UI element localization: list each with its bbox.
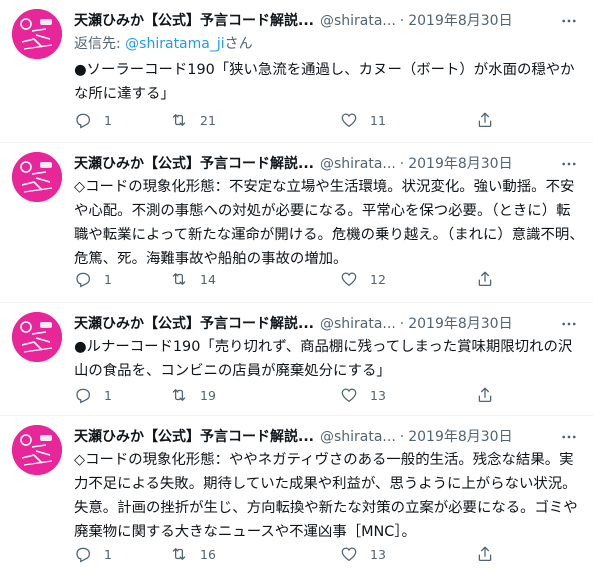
tweet[interactable]: 天瀬ひみか【公式】予言コード解説... @shirata... · 2019年8月30… bbox=[0, 143, 593, 303]
reply-button[interactable]: 1 bbox=[74, 385, 112, 405]
retweet-icon bbox=[172, 273, 186, 285]
like-count: 13 bbox=[370, 387, 386, 403]
action-bar: 1 19 13 bbox=[74, 385, 494, 405]
retweet-icon bbox=[172, 548, 186, 560]
like-button[interactable]: 12 bbox=[340, 269, 386, 289]
more-icon[interactable] bbox=[559, 154, 579, 174]
retweet-icon bbox=[172, 389, 186, 401]
reply-icon bbox=[76, 388, 91, 404]
separator-dot: · bbox=[399, 316, 405, 332]
more-icon[interactable] bbox=[559, 427, 579, 447]
tweet[interactable]: 天瀬ひみか【公式】予言コード解説... @shirata... · 2019年8月30… bbox=[0, 0, 593, 143]
tweet-text: ◇コードの現象化形態：ややネガティヴさのある一般的生活。残念な結果。実力不足によ… bbox=[74, 452, 578, 540]
reply-to-line: 返信先: @shiratama_jiさん bbox=[74, 34, 253, 54]
reply-count: 1 bbox=[104, 112, 112, 128]
user-handle[interactable]: @shirata... bbox=[320, 13, 396, 29]
user-handle[interactable]: @shirata... bbox=[320, 156, 396, 172]
user-handle[interactable]: @shirata... bbox=[320, 429, 396, 445]
share-button[interactable] bbox=[476, 544, 494, 564]
display-name[interactable]: 天瀬ひみか【公式】予言コード解説... bbox=[74, 316, 314, 332]
tweet[interactable]: 天瀬ひみか【公式】予言コード解説... @shirata... · 2019年8月30… bbox=[0, 416, 593, 574]
retweet-count: 21 bbox=[200, 112, 216, 128]
tweet-date[interactable]: 2019年8月30日 bbox=[408, 429, 512, 445]
avatar[interactable] bbox=[12, 9, 62, 59]
retweet-count: 14 bbox=[200, 271, 216, 287]
reply-to-link[interactable]: @shiratama_ji bbox=[125, 36, 224, 52]
like-button[interactable]: 13 bbox=[340, 385, 386, 405]
retweet-button[interactable]: 16 bbox=[170, 544, 216, 564]
like-count: 11 bbox=[370, 112, 386, 128]
display-name[interactable]: 天瀬ひみか【公式】予言コード解説... bbox=[74, 13, 314, 29]
tweet-header: 天瀬ひみか【公式】予言コード解説... @shirata... · 2019年8月30… bbox=[74, 427, 583, 447]
tweet-header: 天瀬ひみか【公式】予言コード解説... @shirata... · 2019年8月30… bbox=[74, 154, 583, 174]
reply-icon bbox=[76, 272, 91, 288]
share-button[interactable] bbox=[476, 269, 494, 289]
reply-count: 1 bbox=[104, 546, 112, 562]
timeline: 天瀬ひみか【公式】予言コード解説... @shirata... · 2019年8月30… bbox=[0, 0, 593, 574]
tweet[interactable]: 天瀬ひみか【公式】予言コード解説... @shirata... · 2019年8月30… bbox=[0, 303, 593, 416]
avatar[interactable] bbox=[12, 425, 62, 475]
more-icon[interactable] bbox=[559, 11, 579, 31]
heart-icon bbox=[341, 547, 357, 562]
share-icon bbox=[478, 546, 492, 562]
retweet-count: 19 bbox=[200, 387, 216, 403]
reply-button[interactable]: 1 bbox=[74, 544, 112, 564]
share-button[interactable] bbox=[476, 110, 494, 130]
tweet-date[interactable]: 2019年8月30日 bbox=[408, 316, 512, 332]
heart-icon bbox=[341, 113, 357, 128]
more-icon[interactable] bbox=[559, 314, 579, 334]
tweet-date[interactable]: 2019年8月30日 bbox=[408, 13, 512, 29]
action-bar: 1 14 12 bbox=[74, 269, 494, 289]
like-button[interactable]: 11 bbox=[340, 110, 386, 130]
retweet-button[interactable]: 19 bbox=[170, 385, 216, 405]
heart-icon bbox=[341, 272, 357, 287]
heart-icon bbox=[341, 388, 357, 403]
reply-icon bbox=[76, 113, 91, 129]
avatar[interactable] bbox=[12, 152, 62, 202]
separator-dot: · bbox=[399, 156, 405, 172]
separator-dot: · bbox=[399, 13, 405, 29]
tweet-header: 天瀬ひみか【公式】予言コード解説... @shirata... · 2019年8月30… bbox=[74, 11, 583, 31]
avatar[interactable] bbox=[12, 312, 62, 362]
tweet-header: 天瀬ひみか【公式】予言コード解説... @shirata... · 2019年8月30… bbox=[74, 314, 583, 334]
retweet-button[interactable]: 14 bbox=[170, 269, 216, 289]
share-icon bbox=[478, 387, 492, 403]
reply-button[interactable]: 1 bbox=[74, 269, 112, 289]
reply-count: 1 bbox=[104, 271, 112, 287]
tweet-text: ●ルナーコード190「売り切れず、商品棚に残ってしまった賞味期限切れの沢山の食品… bbox=[74, 339, 573, 379]
retweet-count: 16 bbox=[200, 546, 216, 562]
action-bar: 1 21 11 bbox=[74, 110, 494, 130]
reply-count: 1 bbox=[104, 387, 112, 403]
retweet-icon bbox=[172, 114, 186, 126]
user-handle[interactable]: @shirata... bbox=[320, 316, 396, 332]
reply-button[interactable]: 1 bbox=[74, 110, 112, 130]
like-count: 12 bbox=[370, 271, 386, 287]
like-count: 13 bbox=[370, 546, 386, 562]
share-button[interactable] bbox=[476, 385, 494, 405]
reply-to-suffix: さん bbox=[224, 36, 253, 52]
tweet-text: ◇コードの現象化形態：不安定な立場や生活環境。状況変化。強い動揺。不安や心配。不… bbox=[74, 179, 584, 267]
like-button[interactable]: 13 bbox=[340, 544, 386, 564]
action-bar: 1 16 13 bbox=[74, 544, 494, 564]
share-icon bbox=[478, 112, 492, 128]
separator-dot: · bbox=[399, 429, 405, 445]
share-icon bbox=[478, 271, 492, 287]
display-name[interactable]: 天瀬ひみか【公式】予言コード解説... bbox=[74, 156, 314, 172]
display-name[interactable]: 天瀬ひみか【公式】予言コード解説... bbox=[74, 429, 314, 445]
tweet-date[interactable]: 2019年8月30日 bbox=[408, 156, 512, 172]
reply-to-label: 返信先: bbox=[74, 36, 126, 52]
tweet-text: ●ソーラーコード190「狭い急流を通過し、カヌー（ボート）が水面の穏やかな所に達… bbox=[74, 62, 575, 102]
retweet-button[interactable]: 21 bbox=[170, 110, 216, 130]
reply-icon bbox=[76, 547, 91, 563]
